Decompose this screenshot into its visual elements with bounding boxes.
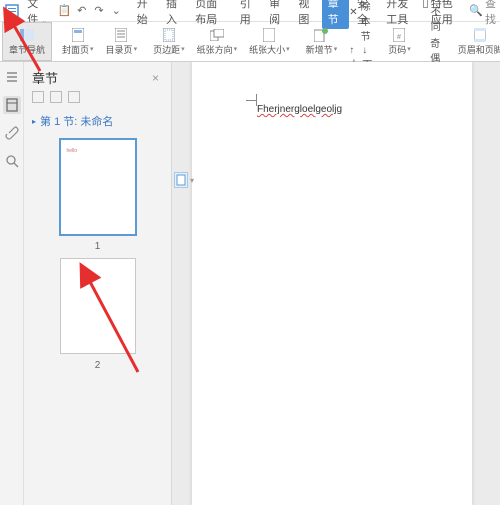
section-panel: 章节 × ▸ 第 1 节: 未命名 hello 1 2 [24, 62, 172, 505]
magnify-icon [5, 154, 19, 168]
sidetab-search[interactable] [3, 152, 21, 170]
thumbnails: hello 1 2 [24, 133, 171, 505]
thumb-label-1: 1 [95, 241, 101, 252]
ribbon: 章节导航 封面页▾ 目录页▾ 页边距▾ 纸张方向▾ 纸张大小▾ 新增节▾ ✕ 删… [0, 22, 500, 62]
btn-size[interactable]: 纸张大小▾ [243, 22, 296, 61]
list-icon [5, 70, 19, 84]
newsec-icon [313, 28, 329, 42]
btn-section-nav[interactable]: 章节导航 [2, 22, 52, 61]
thumb-page-1[interactable]: hello [60, 139, 136, 235]
main-area: 章节 × ▸ 第 1 节: 未命名 hello 1 2 Fherjnergloe… [0, 62, 500, 505]
document-text[interactable]: Fherjnergloelgeoljg [257, 104, 342, 115]
svg-text:#: # [398, 34, 402, 41]
view-opt-b[interactable] [50, 91, 62, 103]
toolbar-redo-icon[interactable]: ↷ [91, 2, 106, 20]
orient-icon [209, 28, 225, 42]
btn-toc[interactable]: 目录页▾ [100, 22, 144, 61]
cover-icon [70, 28, 86, 42]
btn-newsection[interactable]: 新增节▾ [300, 22, 344, 61]
btn-delsec[interactable]: ✕ 删除本节 [349, 0, 372, 43]
app-icon [4, 2, 19, 20]
btn-margin[interactable]: 页边距▾ [147, 22, 191, 61]
page-indicator-dropdown[interactable]: ▾ [190, 176, 194, 185]
toolbar-save-icon[interactable]: 📋 [57, 2, 72, 20]
delete-icon: ✕ [349, 7, 357, 18]
toc-icon [113, 28, 129, 42]
section-row[interactable]: ▸ 第 1 节: 未命名 [24, 109, 171, 133]
thumb-label-2: 2 [95, 360, 101, 371]
group-section-ops: ✕ 删除本节 ↑ 上一节 ↓ 下一节 [343, 22, 378, 61]
panel-title: 章节 [32, 68, 148, 87]
nav-icon [19, 28, 35, 42]
group-checks-a: 首页不同 奇偶页不同 [417, 22, 452, 61]
next-icon: ↓ [362, 45, 367, 56]
btn-pagenum[interactable]: # 页码▾ [382, 22, 417, 61]
toolbar-more-icon[interactable]: ⌄ [109, 2, 124, 20]
search-icon: 🔍 [469, 4, 483, 17]
thumb-page-2[interactable] [60, 258, 136, 354]
panel-view-switch[interactable] [24, 91, 171, 109]
document-area[interactable]: Fherjnergloelgeoljg ▾ [172, 62, 500, 505]
btn-cover[interactable]: 封面页▾ [56, 22, 100, 61]
attach-icon [5, 126, 19, 140]
pagenum-icon: # [391, 28, 407, 42]
section-icon [5, 98, 19, 112]
sidetab-section[interactable] [3, 96, 21, 114]
view-opt-a[interactable] [32, 91, 44, 103]
prev-icon: ↑ [349, 45, 354, 56]
page-indicator-icon[interactable] [174, 172, 188, 188]
sidetab-attach[interactable] [3, 124, 21, 142]
btn-headerfooter[interactable]: 页眉和页脚 [452, 22, 500, 61]
toolbar-undo-icon[interactable]: ↶ [74, 2, 89, 20]
side-tabs [0, 62, 24, 505]
page-canvas[interactable]: Fherjnergloelgeoljg [192, 62, 472, 505]
panel-close[interactable]: × [148, 71, 163, 85]
view-opt-c[interactable] [68, 91, 80, 103]
chk-firstpage[interactable]: 首页不同 [423, 0, 446, 33]
margin-icon [161, 28, 177, 42]
hf-icon [472, 28, 488, 42]
btn-orient[interactable]: 纸张方向▾ [191, 22, 244, 61]
expand-icon: ▸ [32, 117, 36, 126]
thumb-preview-text: hello [67, 148, 78, 154]
sidetab-outline[interactable] [3, 68, 21, 86]
size-icon [261, 28, 277, 42]
